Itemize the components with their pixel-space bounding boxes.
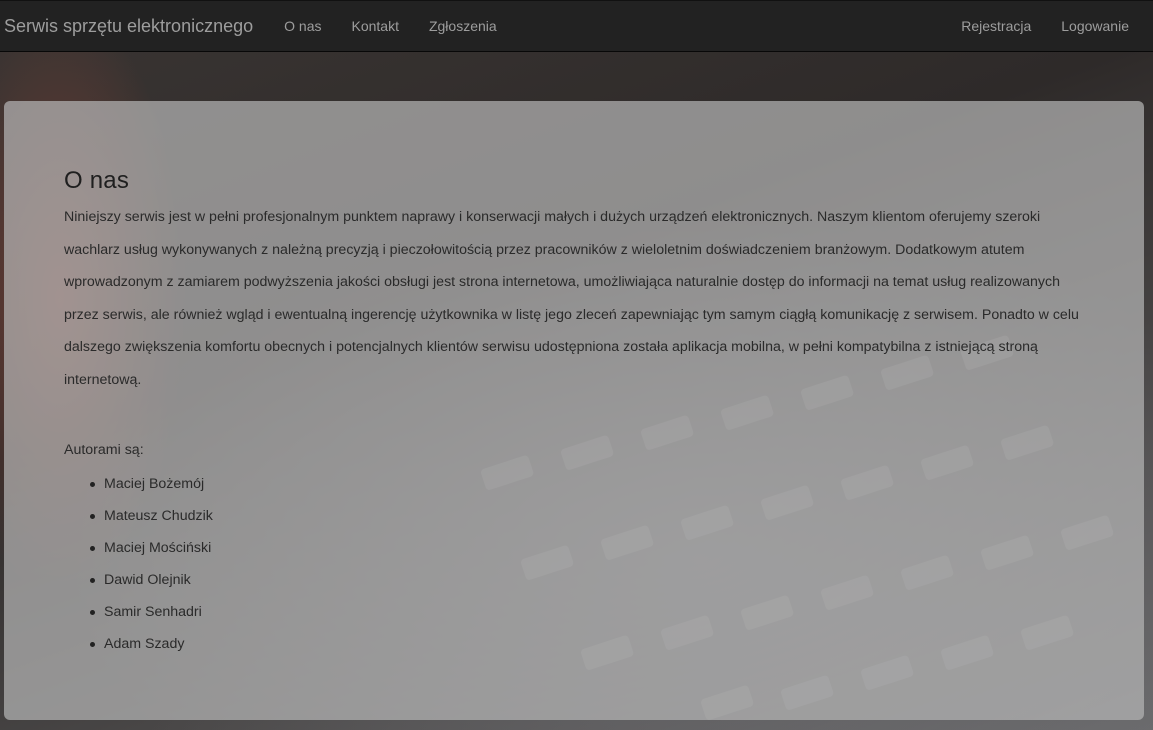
author-name: Maciej Mościński (104, 540, 212, 556)
author-item: Maciej Bożemój (90, 468, 1084, 500)
author-item: Mateusz Chudzik (90, 500, 1084, 532)
author-item: Samir Senhadri (90, 596, 1084, 628)
author-name: Maciej Bożemój (104, 476, 205, 492)
author-name: Mateusz Chudzik (104, 508, 213, 524)
bullet-icon (90, 514, 95, 519)
nav-left-menu: O nas Kontakt Zgłoszenia (269, 1, 512, 51)
nav-item-zgloszenia: Zgłoszenia (414, 1, 512, 51)
author-name: Adam Szady (104, 636, 185, 652)
bullet-icon (90, 578, 95, 583)
nav-item-kontakt: Kontakt (336, 1, 413, 51)
nav-item-logowanie: Logowanie (1046, 1, 1144, 51)
about-description: Niniejszy serwis jest w pełni profesjona… (64, 209, 1079, 388)
nav-item-rejestracja: Rejestracja (946, 1, 1046, 51)
author-item: Dawid Olejnik (90, 564, 1084, 596)
about-panel: O nas Niniejszy serwis jest w pełni prof… (4, 101, 1144, 720)
author-name: Dawid Olejnik (104, 572, 191, 588)
brand-link[interactable]: Serwis sprzętu elektronicznego (0, 16, 269, 37)
nav-link-kontakt[interactable]: Kontakt (336, 1, 413, 51)
authors-list: Maciej Bożemój Mateusz Chudzik Maciej Mo… (64, 468, 1084, 660)
page-title: O nas (64, 167, 130, 194)
bullet-icon (90, 610, 95, 615)
nav-item-o-nas: O nas (269, 1, 336, 51)
bullet-icon (90, 482, 95, 487)
nav-right-menu: Rejestracja Logowanie (946, 1, 1153, 51)
bullet-icon (90, 546, 95, 551)
author-item: Adam Szady (90, 628, 1084, 660)
top-navbar: Serwis sprzętu elektronicznego O nas Kon… (0, 0, 1153, 52)
bullet-icon (90, 642, 95, 647)
author-name: Samir Senhadri (104, 604, 202, 620)
nav-link-rejestracja[interactable]: Rejestracja (946, 1, 1046, 51)
authors-label: Autorami są: (64, 442, 144, 458)
nav-link-logowanie[interactable]: Logowanie (1046, 1, 1144, 51)
nav-link-zgloszenia[interactable]: Zgłoszenia (414, 1, 512, 51)
author-item: Maciej Mościński (90, 532, 1084, 564)
nav-link-o-nas[interactable]: O nas (269, 1, 336, 51)
